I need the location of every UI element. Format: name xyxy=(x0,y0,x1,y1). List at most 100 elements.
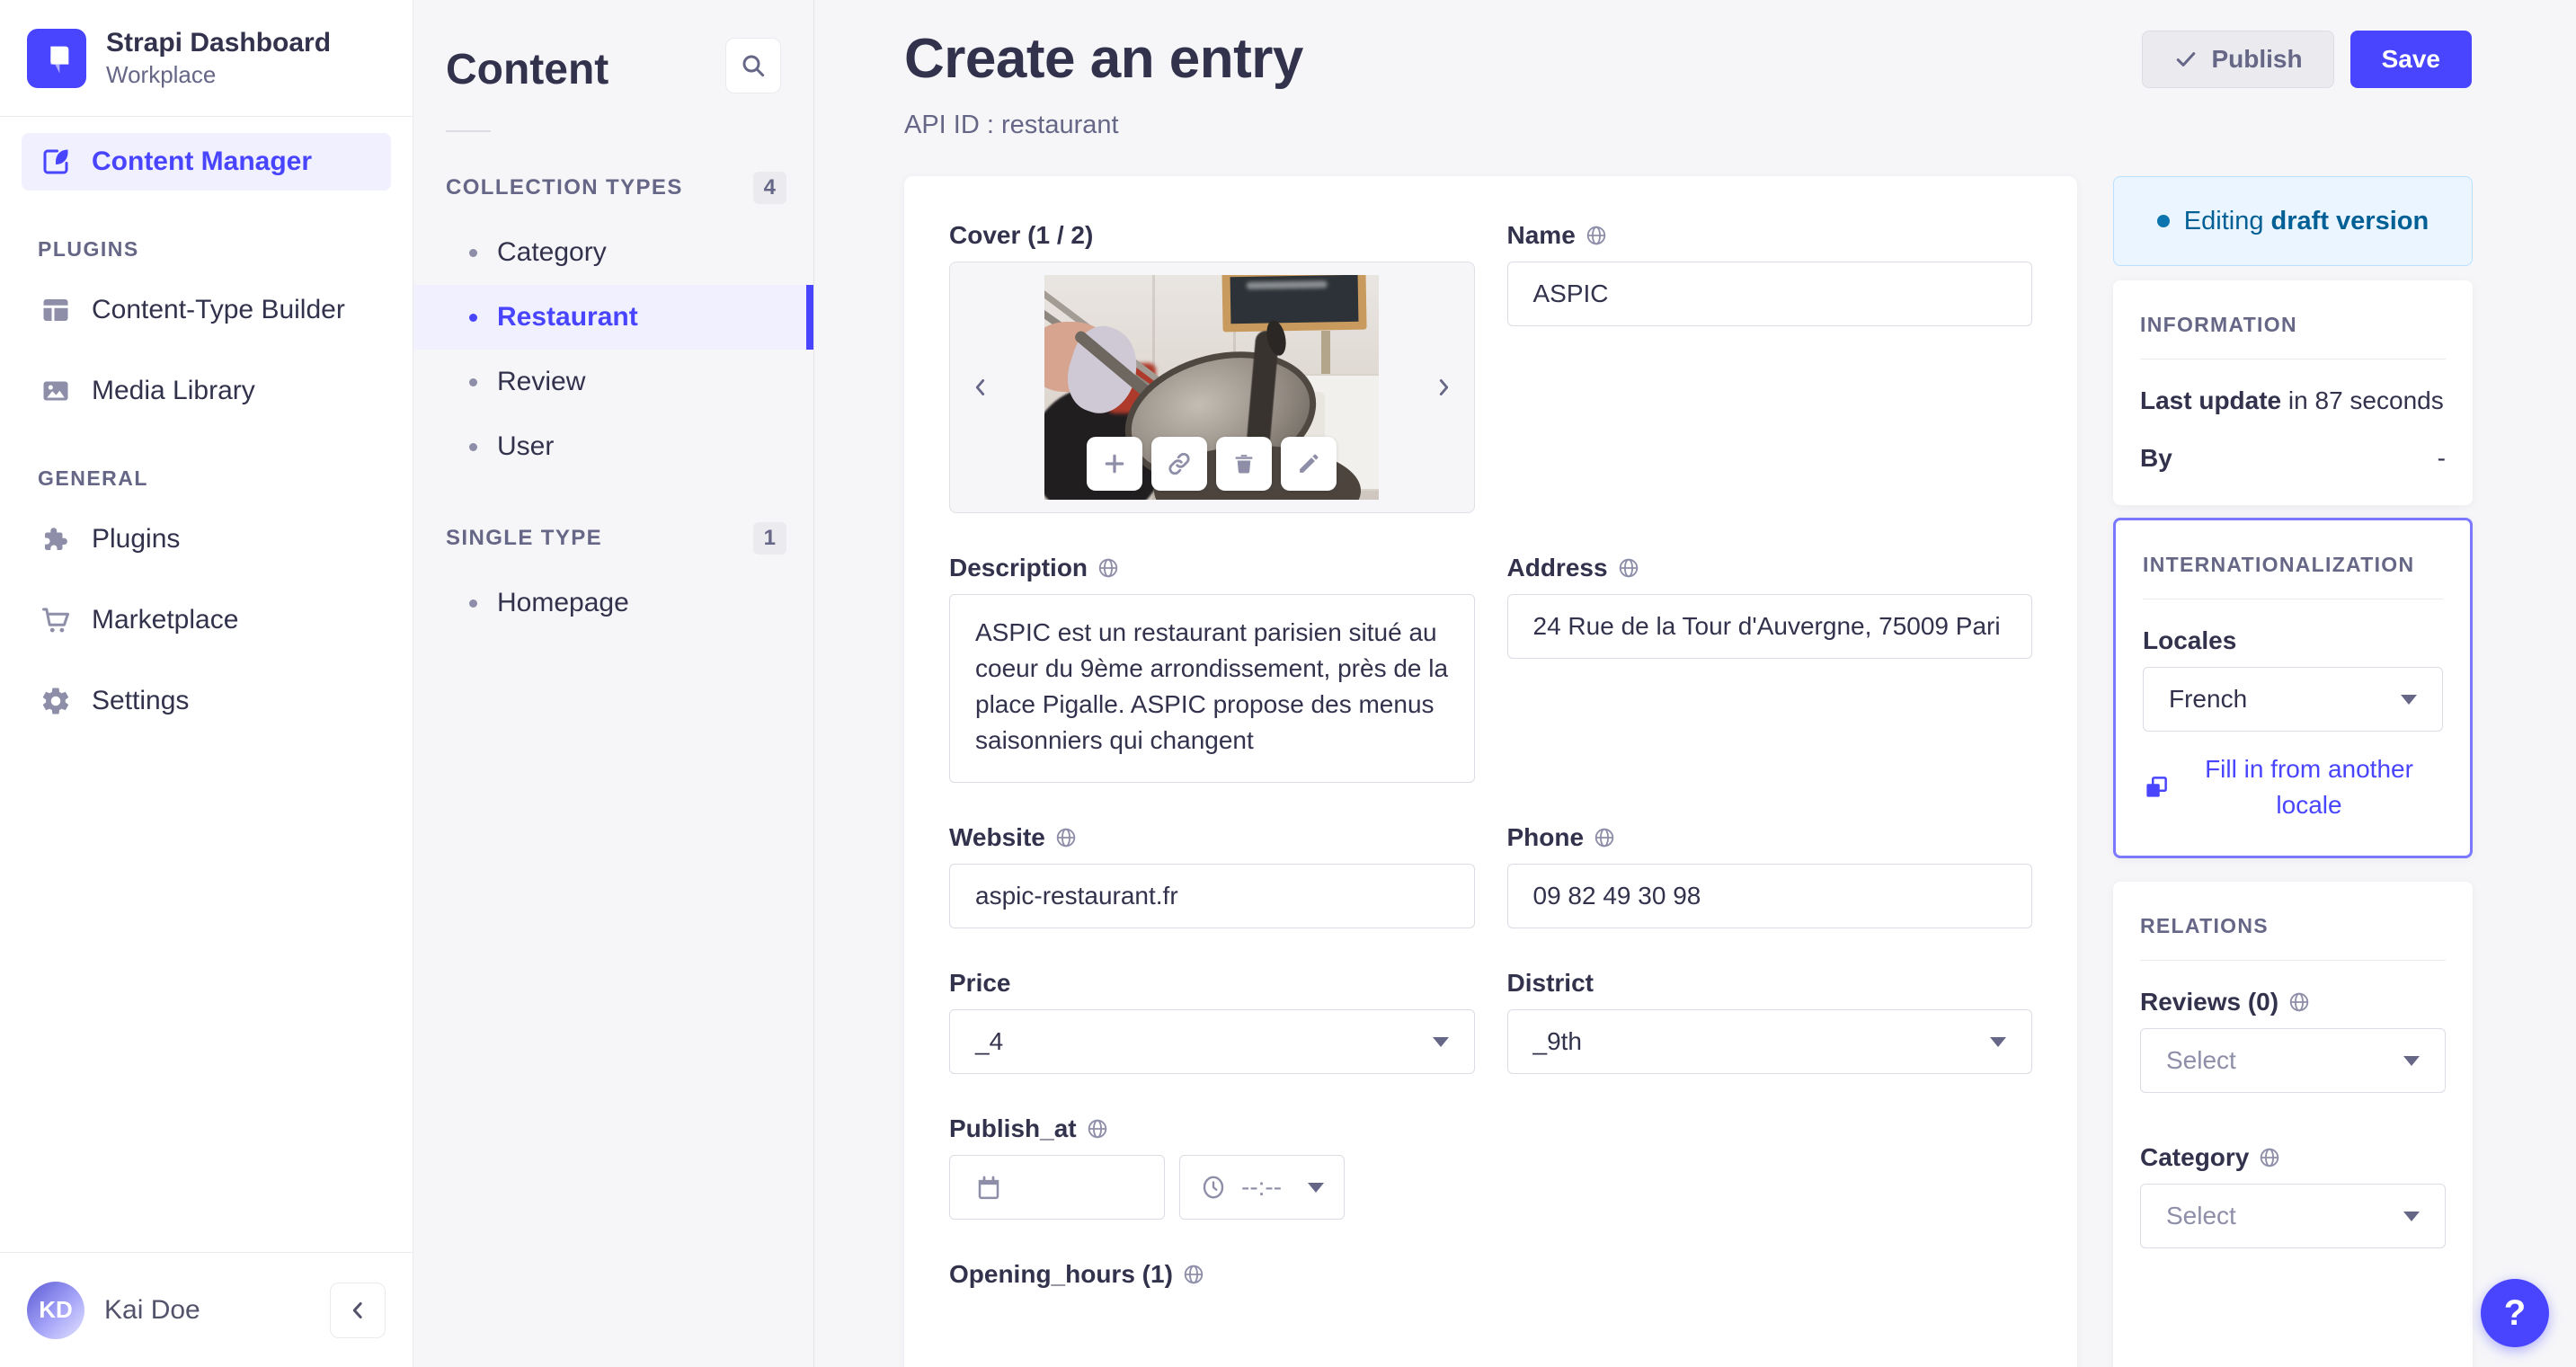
edit-asset-button[interactable] xyxy=(1281,437,1337,491)
subnav-item-restaurant[interactable]: Restaurant xyxy=(413,285,813,350)
subnav-item-review[interactable]: Review xyxy=(413,350,813,414)
subnav-title: Content xyxy=(446,46,609,93)
draft-status-banner: Editing draft version xyxy=(2113,176,2473,266)
sidebar-item-content-manager[interactable]: Content Manager xyxy=(22,133,391,191)
strapi-logo-icon xyxy=(27,28,86,88)
locales-label: Locales xyxy=(2143,626,2237,654)
reviews-select[interactable]: Select xyxy=(2140,1028,2446,1093)
cover-carousel xyxy=(949,262,1475,513)
internationalization-title: INTERNATIONALIZATION xyxy=(2143,553,2415,576)
main-content: Create an entry API ID : restaurant Publ… xyxy=(814,0,2576,1367)
cart-icon xyxy=(38,602,74,638)
group-label-collection-types: COLLECTION TYPES xyxy=(446,175,683,200)
name-input[interactable]: ASPIC xyxy=(1506,262,2032,326)
globe-icon xyxy=(1619,558,1638,578)
single-type-count-badge: 1 xyxy=(752,522,786,555)
globe-icon xyxy=(1098,558,1118,578)
save-button[interactable]: Save xyxy=(2349,31,2472,88)
link-icon xyxy=(1168,452,1190,475)
field-name: Name ASPIC xyxy=(1506,221,2033,513)
divider xyxy=(2140,960,2446,961)
bullet-icon xyxy=(469,599,477,608)
subnav-item-user[interactable]: User xyxy=(413,414,813,479)
globe-icon xyxy=(1184,1265,1204,1284)
district-label: District xyxy=(1506,969,1594,997)
chevron-left-icon xyxy=(975,379,985,395)
sidebar-item-label: Settings xyxy=(92,686,190,715)
group-label-single-type: SINGLE TYPE xyxy=(446,526,603,550)
sidebar-item-content-type-builder[interactable]: Content-Type Builder xyxy=(22,281,391,339)
field-opening-hours: Opening_hours (1) xyxy=(949,1260,1475,1300)
district-select[interactable]: _9th xyxy=(1506,1009,2032,1074)
publish-at-label: Publish_at xyxy=(949,1114,1475,1143)
sidebar-item-media-library[interactable]: Media Library xyxy=(22,362,391,420)
delete-asset-button[interactable] xyxy=(1216,437,1273,491)
copy-icon xyxy=(2146,777,2167,797)
subnav-item-label: Review xyxy=(497,367,586,396)
user-name: Kai Doe xyxy=(104,1294,200,1325)
user-row[interactable]: KD Kai Doe xyxy=(0,1252,413,1367)
bullet-icon xyxy=(469,442,477,451)
publish-at-time-select[interactable]: --:-- xyxy=(1179,1155,1345,1220)
globe-icon xyxy=(2261,1148,2279,1167)
by-row: By - xyxy=(2140,444,2446,472)
chevron-right-icon xyxy=(1439,379,1448,395)
website-input[interactable]: aspic-restaurant.fr xyxy=(949,864,1475,928)
description-textarea[interactable]: ASPIC est un restaurant parisien situé a… xyxy=(949,594,1475,783)
subnav-item-category[interactable]: Category xyxy=(413,220,813,285)
relations-box: RELATIONS Reviews (0) Select Category Se… xyxy=(2113,882,2473,1367)
field-price: Price _4 xyxy=(949,969,1475,1074)
carousel-next-button[interactable] xyxy=(1417,262,1470,512)
reviews-label: Reviews (0) xyxy=(2140,988,2446,1016)
sidebar-item-plugins[interactable]: Plugins xyxy=(22,510,391,568)
address-input[interactable]: 24 Rue de la Tour d'Auvergne, 75009 Pari xyxy=(1506,594,2032,659)
content-subnav: Content COLLECTION TYPES 4 Category Rest… xyxy=(413,0,814,1367)
field-description: Description ASPIC est un restaurant pari… xyxy=(949,554,1475,783)
sidebar-item-marketplace[interactable]: Marketplace xyxy=(22,591,391,649)
copy-link-button[interactable] xyxy=(1151,437,1208,491)
carousel-prev-button[interactable] xyxy=(954,262,1008,512)
avatar: KD xyxy=(27,1281,84,1339)
chevron-down-icon xyxy=(1432,1036,1449,1047)
layout-icon xyxy=(38,292,74,328)
search-button[interactable] xyxy=(725,38,781,93)
picture-icon xyxy=(38,373,74,409)
divider xyxy=(2140,359,2446,360)
chevron-down-icon xyxy=(2401,694,2417,705)
globe-icon xyxy=(1056,828,1076,848)
question-mark-icon: ? xyxy=(2503,1292,2527,1333)
entry-form-card: Cover (1 / 2) Name ASPIC Description ASP… xyxy=(904,176,2077,1367)
field-cover: Cover (1 / 2) xyxy=(949,221,1475,513)
locale-select[interactable]: French xyxy=(2143,667,2443,732)
name-label: Name xyxy=(1507,221,2033,250)
publish-button[interactable]: Publish xyxy=(2142,31,2334,88)
sidebar-item-label: Marketplace xyxy=(92,605,239,635)
sidebar-item-settings[interactable]: Settings xyxy=(22,672,391,730)
fill-from-locale-link[interactable]: Fill in from another locale xyxy=(2143,751,2443,823)
category-select[interactable]: Select xyxy=(2140,1184,2446,1248)
globe-icon xyxy=(1586,226,1606,245)
nav-section-general: GENERAL xyxy=(38,466,148,490)
subnav-item-homepage[interactable]: Homepage xyxy=(413,571,813,635)
phone-label: Phone xyxy=(1507,823,2033,852)
trash-icon xyxy=(1235,455,1253,474)
chevron-left-icon xyxy=(352,1301,362,1318)
globe-icon xyxy=(2289,992,2309,1012)
calendar-icon xyxy=(978,1176,999,1200)
add-asset-button[interactable] xyxy=(1087,437,1143,491)
phone-input[interactable]: 09 82 49 30 98 xyxy=(1506,864,2032,928)
sidebar-item-label: Plugins xyxy=(92,524,181,554)
help-button[interactable]: ? xyxy=(2481,1279,2549,1347)
collapse-sidebar-button[interactable] xyxy=(330,1282,386,1338)
field-phone: Phone 09 82 49 30 98 xyxy=(1506,823,2033,928)
category-label: Category xyxy=(2140,1143,2446,1172)
price-label: Price xyxy=(949,969,1011,997)
subnav-item-label: Category xyxy=(497,237,607,267)
internationalization-box: INTERNATIONALIZATION Locales French Fill… xyxy=(2113,518,2473,858)
page-title: Create an entry xyxy=(904,28,1303,90)
field-publish-at: Publish_at --:-- xyxy=(949,1114,1475,1220)
globe-icon xyxy=(1088,1119,1106,1139)
publish-at-date-input[interactable] xyxy=(949,1155,1165,1220)
price-select[interactable]: _4 xyxy=(949,1009,1475,1074)
globe-icon xyxy=(1594,828,1614,848)
